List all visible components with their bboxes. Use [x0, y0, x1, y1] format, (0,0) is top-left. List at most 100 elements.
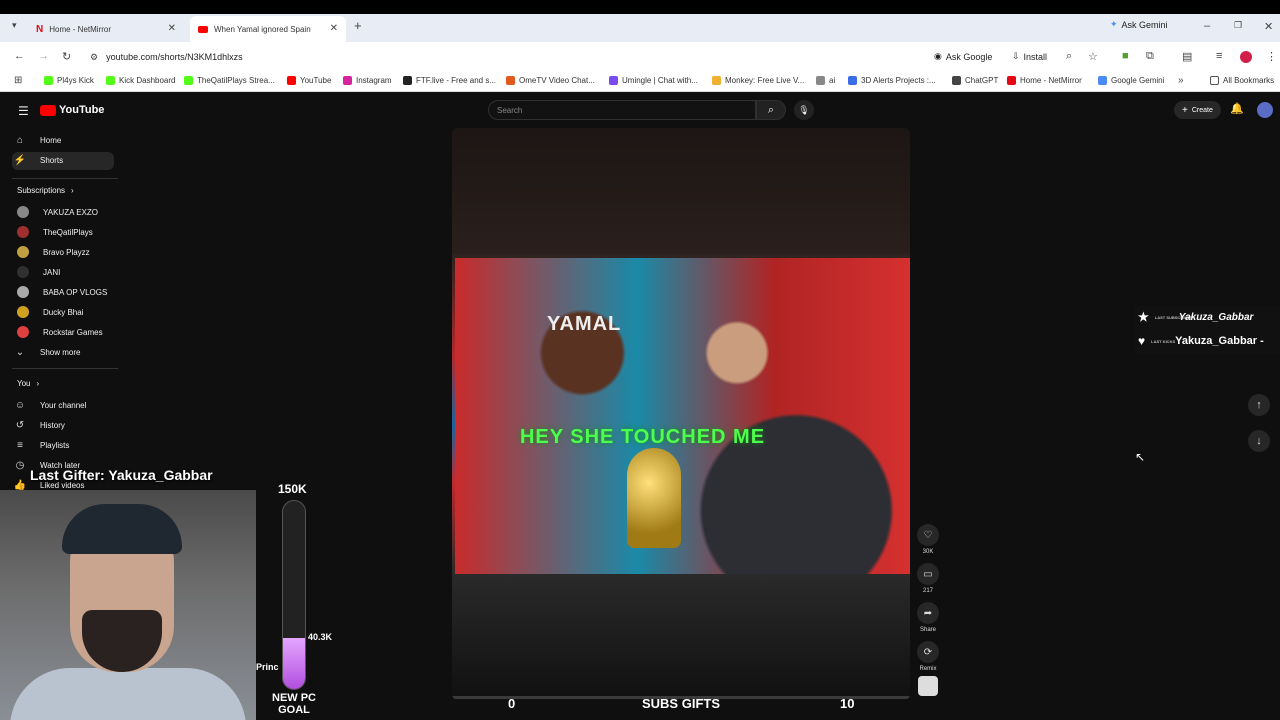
- zoom-icon[interactable]: ⌕: [1066, 50, 1072, 63]
- bookmark-item[interactable]: Umingle | Chat with...: [609, 76, 698, 85]
- ask-gemini-button[interactable]: ✦ Ask Gemini: [1110, 19, 1168, 30]
- hamburger-menu-icon[interactable]: ☰: [18, 104, 29, 118]
- new-tab-button[interactable]: +: [354, 18, 362, 33]
- remix-button[interactable]: ⟳ Remix: [916, 641, 940, 672]
- bookmark-item[interactable]: 3D Alerts Projects :...: [848, 76, 936, 85]
- search-input[interactable]: Search: [488, 100, 756, 120]
- sidebar-item-home[interactable]: ⌂ Home: [14, 134, 61, 146]
- more-bookmarks-icon[interactable]: »: [1178, 75, 1184, 86]
- webcam-feed: [0, 490, 256, 720]
- bookmark-item[interactable]: TheQatilPlays Strea...: [184, 76, 275, 85]
- forward-icon[interactable]: →: [38, 50, 49, 62]
- close-icon[interactable]: ✕: [330, 23, 338, 34]
- window-close-icon[interactable]: ✕: [1264, 20, 1273, 33]
- sidebar-channel-item[interactable]: JANI: [17, 266, 60, 278]
- bookmark-item[interactable]: Instagram: [343, 76, 392, 85]
- star-icon: ★: [1138, 310, 1149, 324]
- bookmark-item[interactable]: OmeTV Video Chat...: [506, 76, 595, 85]
- bookmark-item[interactable]: FTF.live - Free and s...: [403, 76, 496, 85]
- share-button[interactable]: ➦ Share: [916, 602, 940, 633]
- goal-target: 150K: [278, 482, 307, 496]
- like-button[interactable]: ♡ 30K: [916, 524, 940, 555]
- youtube-logo[interactable]: YouTube: [40, 104, 104, 116]
- sidebar-channel-item[interactable]: Rockstar Games: [17, 326, 103, 338]
- close-icon[interactable]: ✕: [168, 23, 176, 34]
- subs-gifts-counter: 0 SUBS GIFTS 10: [452, 696, 910, 714]
- sidebar-item-your-channel[interactable]: ☺ Your channel: [14, 399, 87, 411]
- sidebar-subscriptions-header[interactable]: Subscriptions ›: [17, 186, 74, 195]
- bookmark-item[interactable]: Pl4ys Kick: [44, 76, 94, 85]
- all-bookmarks[interactable]: All Bookmarks: [1210, 76, 1274, 85]
- sidebar-item-playlists[interactable]: ≡ Playlists: [14, 439, 69, 451]
- viewer-name: Princ: [256, 662, 279, 672]
- bookmark-label: Instagram: [356, 76, 392, 85]
- create-button[interactable]: + Create: [1174, 101, 1221, 119]
- sidebar-channel-item[interactable]: BABA OP VLOGS: [17, 286, 107, 298]
- sidebar-channel-item[interactable]: YAKUZA EXZO: [17, 206, 98, 218]
- notifications-bell-icon[interactable]: 🔔: [1230, 102, 1244, 115]
- install-button[interactable]: ⇩ Install: [1012, 51, 1047, 62]
- section-title: Subscriptions: [17, 186, 66, 195]
- profile-avatar[interactable]: [1240, 51, 1252, 63]
- install-label: Install: [1023, 51, 1048, 62]
- bookmark-item[interactable]: ChatGPT: [952, 76, 998, 85]
- bookmark-item[interactable]: ai: [816, 76, 835, 85]
- back-icon[interactable]: ←: [14, 50, 25, 62]
- sidebar-channel-item[interactable]: Bravo Playzz: [17, 246, 90, 258]
- tab-netmirror[interactable]: N Home - NetMirror ✕: [28, 16, 184, 42]
- restore-icon[interactable]: ❐: [1234, 20, 1242, 31]
- sidebar-show-more[interactable]: ⌄ Show more: [14, 346, 81, 358]
- comment-button[interactable]: ▭ 217: [916, 563, 940, 594]
- reload-icon[interactable]: ↻: [62, 50, 71, 63]
- goal-label: NEW PC GOAL: [272, 692, 316, 716]
- sidebar-item-shorts[interactable]: ⚡ Shorts: [14, 154, 63, 166]
- alert-tag: LAST SUBSCRIBER: [1154, 314, 1193, 320]
- sidebar-channel-item[interactable]: Ducky Bhai: [17, 306, 83, 318]
- account-avatar[interactable]: [1257, 102, 1273, 118]
- next-short-button[interactable]: ↓: [1248, 430, 1270, 452]
- search-button[interactable]: ⌕: [756, 100, 786, 120]
- bookmark-favicon-icon: [287, 76, 296, 85]
- alert-tag: LAST KICKS: [1151, 338, 1176, 344]
- extension-icon[interactable]: ■: [1122, 50, 1129, 62]
- alert-name: Yakuza_Gabbar: [1178, 311, 1254, 323]
- goal-progress-bar: [282, 500, 306, 690]
- sidebar-divider: [12, 368, 118, 369]
- bookmark-item[interactable]: Monkey: Free Live V...: [712, 76, 804, 85]
- section-title: You: [17, 379, 31, 388]
- bookmark-item[interactable]: Home - NetMirror: [1007, 76, 1082, 85]
- sidebar-you-header[interactable]: You ›: [17, 379, 39, 388]
- site-info-icon[interactable]: ⚙: [90, 52, 98, 63]
- previous-short-button[interactable]: ↑: [1248, 394, 1270, 416]
- bookmark-label: Monkey: Free Live V...: [725, 76, 805, 85]
- sidebar-item-label: History: [40, 420, 65, 430]
- video-caption: HEY SHE TOUCHED ME: [519, 426, 766, 448]
- media-icon[interactable]: ≡: [1216, 50, 1222, 62]
- bookmark-label: Kick Dashboard: [119, 76, 176, 85]
- lens-icon: ◉: [934, 51, 942, 61]
- sidebar-item-label: Show more: [40, 347, 81, 357]
- channel-name: Bravo Playzz: [43, 247, 90, 257]
- bookmark-item[interactable]: YouTube: [287, 76, 331, 85]
- sidebar-channel-item[interactable]: TheQatilPlays: [17, 226, 93, 238]
- tab-youtube-short[interactable]: When Yamal ignored Spain ✕: [190, 16, 346, 42]
- shorts-icon: ⚡: [13, 154, 27, 166]
- chevron-down-icon: ⌄: [15, 346, 25, 358]
- apps-icon[interactable]: ⊞: [14, 75, 22, 86]
- ask-google-button[interactable]: ◉ Ask Google: [934, 51, 992, 62]
- voice-search-button[interactable]: 🎙: [794, 100, 814, 120]
- video-frame: YAMAL HEY SHE TOUCHED ME: [455, 258, 910, 574]
- sound-thumbnail[interactable]: [918, 676, 938, 696]
- sidebar-icon[interactable]: ▤: [1182, 50, 1192, 63]
- extensions-icon[interactable]: ⧉: [1146, 50, 1154, 63]
- menu-icon[interactable]: ⋮: [1266, 50, 1277, 63]
- sidebar-item-history[interactable]: ↺ History: [14, 419, 65, 431]
- shorts-video-player[interactable]: YAMAL HEY SHE TOUCHED ME: [452, 128, 910, 700]
- bookmark-item[interactable]: Kick Dashboard: [106, 76, 175, 85]
- tab-search-icon[interactable]: ▾: [12, 20, 17, 31]
- bookmark-item[interactable]: Google Gemini: [1098, 76, 1164, 85]
- minimize-icon[interactable]: –: [1204, 20, 1210, 32]
- url-text: youtube.com/shorts/N3KM1dhlxzs: [106, 52, 243, 62]
- sidebar-item-label: Playlists: [40, 440, 70, 450]
- bookmark-star-icon[interactable]: ☆: [1088, 50, 1098, 63]
